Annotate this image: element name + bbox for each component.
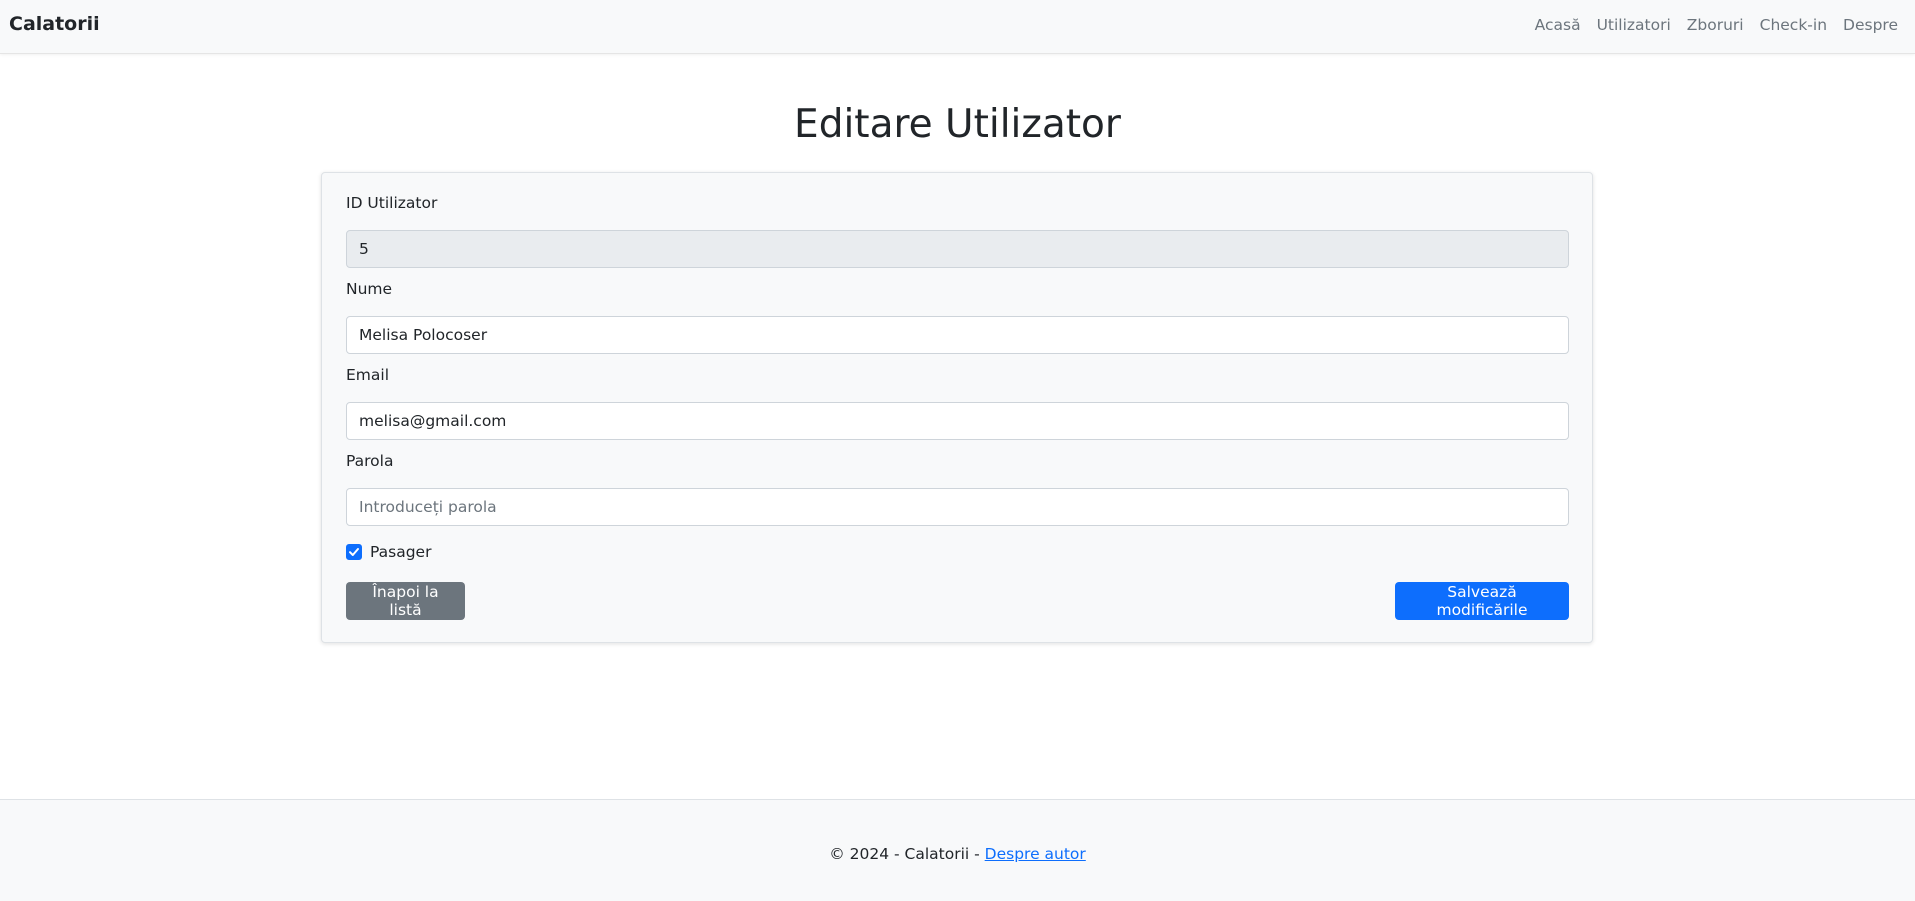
nav-link-check-in[interactable]: Check-in: [1760, 16, 1827, 34]
email-field[interactable]: [346, 402, 1569, 440]
brand-link[interactable]: Calatorii: [9, 13, 100, 35]
page-title: Editare Utilizator: [794, 102, 1121, 147]
password-label: Parola: [346, 452, 394, 470]
save-changes-button[interactable]: Salvează modificările: [1395, 582, 1569, 620]
nav-link-acasa[interactable]: Acasă: [1535, 16, 1581, 34]
about-author-link[interactable]: Despre autor: [985, 845, 1086, 863]
nav-link-utilizatori[interactable]: Utilizatori: [1597, 16, 1671, 34]
id-field[interactable]: [346, 230, 1569, 268]
name-label: Nume: [346, 280, 393, 298]
navbar: Calatorii Acasă Utilizatori Zboruri Chec…: [0, 0, 1915, 54]
password-field[interactable]: [346, 488, 1569, 526]
footer-text: © 2024 - Calatorii - Despre autor: [0, 845, 1915, 863]
footer: © 2024 - Calatorii - Despre autor: [0, 799, 1915, 901]
footer-copyright: © 2024 - Calatorii -: [829, 845, 985, 863]
nav-links: Acasă Utilizatori Zboruri Check-in Despr…: [1535, 16, 1898, 34]
check-icon: [349, 548, 359, 556]
name-field[interactable]: [346, 316, 1569, 354]
nav-link-despre[interactable]: Despre: [1843, 16, 1898, 34]
nav-link-zboruri[interactable]: Zboruri: [1687, 16, 1744, 34]
passenger-checkbox-row: Pasager: [346, 543, 431, 561]
passenger-checkbox[interactable]: [346, 544, 362, 560]
passenger-label: Pasager: [370, 543, 432, 561]
edit-user-form: ID Utilizator Nume Email Parola Pasager …: [321, 172, 1593, 643]
id-label: ID Utilizator: [346, 194, 438, 212]
email-label: Email: [346, 366, 390, 384]
back-to-list-button[interactable]: Înapoi la listă: [346, 582, 465, 620]
